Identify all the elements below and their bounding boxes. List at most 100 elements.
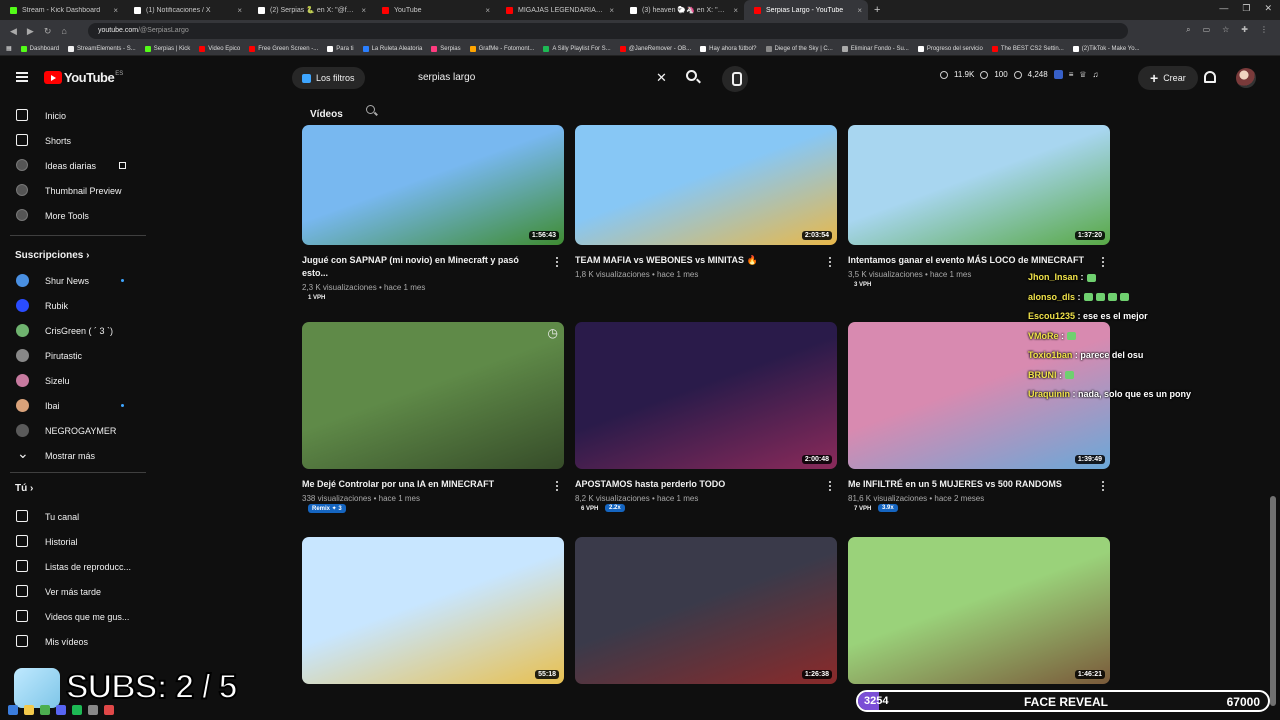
forward-icon[interactable]: ▶ <box>27 26 34 37</box>
create-button[interactable]: + Crear <box>1138 66 1198 90</box>
sidebar-item-tools[interactable]: More Tools <box>0 203 150 228</box>
video-title[interactable]: Jugué con SAPNAP (mi novio) en Minecraft… <box>302 254 542 280</box>
browser-tab[interactable]: YouTube × <box>372 0 496 20</box>
url-field[interactable]: youtube.com/@SerpiasLargo <box>88 23 1128 39</box>
reload-icon[interactable]: ↻ <box>44 26 52 37</box>
account-avatar[interactable] <box>1236 68 1256 88</box>
video-thumbnail[interactable]: 55:18 <box>302 537 564 684</box>
maximize-icon[interactable]: ❐ <box>1242 3 1250 14</box>
sidebar-subscription[interactable]: Ibai <box>0 393 150 418</box>
video-thumbnail[interactable]: 1:46:21 <box>848 537 1110 684</box>
zoom-icon[interactable]: ⌕ <box>1186 25 1190 35</box>
video-card[interactable]: 2:03:54 TEAM MAFIA vs WEBONES vs MINITAS … <box>575 125 837 315</box>
subscriptions-header[interactable]: Suscripciones › <box>15 250 89 261</box>
bookmark-item[interactable]: Hay ahora fútbol? <box>700 45 757 52</box>
sidebar-subscription[interactable]: NEGROGAYMER <box>0 418 150 443</box>
bookmark-star-icon[interactable]: ☆ <box>1222 25 1229 35</box>
new-tab-icon[interactable]: + <box>874 4 880 16</box>
clear-search-icon[interactable]: ✕ <box>656 70 667 86</box>
back-icon[interactable]: ◀ <box>10 26 17 37</box>
tab-close-icon[interactable]: × <box>361 6 366 15</box>
video-card[interactable]: 2:00:48 APOSTAMOS hasta perderlo TODO 8,2 … <box>575 322 837 539</box>
sidebar-item-playlist[interactable]: Listas de reproducc... <box>0 554 150 579</box>
sidebar-subscription[interactable]: Pirutastic <box>0 343 150 368</box>
browser-tab[interactable]: (3) heaven 🐑🦄 en X: "GRACI × <box>620 0 744 20</box>
sidebar-item-watch-later[interactable]: Ver más tarde <box>0 579 150 604</box>
tab-close-icon[interactable]: × <box>237 6 242 15</box>
sidebar-item-history[interactable]: Historial <box>0 529 150 554</box>
spotify-icon[interactable] <box>72 705 82 715</box>
close-window-icon[interactable]: ✕ <box>1264 3 1272 14</box>
sidebar-item-channel[interactable]: Tu canal <box>0 504 150 529</box>
minimize-icon[interactable]: — <box>1219 3 1228 14</box>
extension-icon[interactable] <box>1053 70 1063 79</box>
you-header[interactable]: Tú › <box>15 483 33 494</box>
more-options-icon[interactable] <box>556 481 559 492</box>
tab-close-icon[interactable]: × <box>733 6 738 15</box>
apps-icon[interactable]: ▦ <box>6 45 12 52</box>
more-options-icon[interactable] <box>1102 481 1105 492</box>
video-thumbnail[interactable]: 1:37:20 <box>848 125 1110 245</box>
bookmark-item[interactable]: Serpias | Kick <box>144 45 190 52</box>
video-title[interactable]: APOSTAMOS hasta perderlo TODO <box>575 478 815 491</box>
video-thumbnail[interactable]: ◷ <box>302 322 564 469</box>
sidebar-subscription[interactable]: CrisGreen ( ´ 3 `) <box>0 318 150 343</box>
more-options-icon[interactable] <box>829 257 832 268</box>
video-card[interactable]: 55:18 <box>302 537 564 720</box>
scrollbar-thumb[interactable] <box>1270 496 1276 706</box>
watch-later-icon[interactable]: ◷ <box>548 326 558 340</box>
bookmark-item[interactable]: Eliminar Fondo - Su... <box>841 45 909 52</box>
sidebar-item-myvideos[interactable]: Mis vídeos <box>0 629 150 654</box>
bookmark-item[interactable]: A Silly Playlist For S... <box>543 45 611 52</box>
notif-mini-icon[interactable]: ♫ <box>1093 70 1099 79</box>
more-options-icon[interactable] <box>1102 257 1105 268</box>
bookmark-item[interactable]: @JaneRemover - OB... <box>619 45 691 52</box>
app-icon[interactable] <box>104 705 114 715</box>
search-icon[interactable] <box>686 70 697 81</box>
notifications-bell-icon[interactable] <box>1204 71 1216 83</box>
cast-icon[interactable]: ▭ <box>1203 25 1211 35</box>
bookmark-item[interactable]: GrafMe - Fotomont... <box>469 45 534 52</box>
browser-tab[interactable]: Serpias Largo - YouTube × <box>744 0 868 20</box>
chrome-icon[interactable] <box>40 705 50 715</box>
tab-close-icon[interactable]: × <box>485 6 490 15</box>
sidebar-subscription[interactable]: Shur News <box>0 268 150 293</box>
tab-close-icon[interactable]: × <box>857 6 862 15</box>
bookmark-item[interactable]: La Ruleta Aleatoria <box>362 45 422 52</box>
video-card[interactable]: 1:37:20 Intentamos ganar el evento MÁS LO… <box>848 125 1110 315</box>
extensions-icon[interactable]: ✚ <box>1241 25 1248 35</box>
more-options-icon[interactable] <box>556 257 559 268</box>
video-thumbnail[interactable]: 2:00:48 <box>575 322 837 469</box>
video-card[interactable]: 1:56:43 Jugué con SAPNAP (mi novio) en Mi… <box>302 125 564 315</box>
scrollbar[interactable] <box>1270 100 1276 720</box>
bookmark-item[interactable]: Diege of the Sky | C... <box>765 45 833 52</box>
sidebar-item-home[interactable]: Inicio <box>0 103 150 128</box>
search-input[interactable]: serpias largo <box>406 67 678 89</box>
bookmark-item[interactable]: The BEST CS2 Settin... <box>991 45 1064 52</box>
video-card[interactable]: ◷ Me Dejé Controlar por una IA en MINECRA… <box>302 322 564 539</box>
bookmark-item[interactable]: Free Green Screen -... <box>249 45 318 52</box>
video-title[interactable]: Me INFILTRÉ en un 5 MUJERES vs 500 RANDO… <box>848 478 1088 491</box>
explorer-icon[interactable] <box>24 705 34 715</box>
browser-tab[interactable]: Stream - Kick Dashboard × <box>0 0 124 20</box>
video-card[interactable]: 1:26:38 <box>575 537 837 720</box>
bookmark-item[interactable]: Progreso del servicio <box>917 45 983 52</box>
menu-hamburger-icon[interactable] <box>16 72 28 82</box>
sort-icon[interactable]: ≡ <box>1069 70 1074 79</box>
browser-tab[interactable]: (1) Notificaciones / X × <box>124 0 248 20</box>
sidebar-item-ideas[interactable]: Ideas diarias <box>0 153 150 178</box>
bookmark-item[interactable]: Dashboard <box>20 45 59 52</box>
menu-icon[interactable]: ⋮ <box>1260 25 1268 35</box>
discord-icon[interactable] <box>56 705 66 715</box>
filters-button[interactable]: Los filtros <box>292 67 365 89</box>
sidebar-subscription[interactable]: Rubik <box>0 293 150 318</box>
video-title[interactable]: Me Dejé Controlar por una IA en MINECRAF… <box>302 478 542 491</box>
channel-search-icon[interactable] <box>366 105 375 114</box>
bookmark-item[interactable]: StreamElements - S... <box>68 45 136 52</box>
home-icon[interactable]: ⌂ <box>61 26 66 36</box>
tab-close-icon[interactable]: × <box>113 6 118 15</box>
browser-tab[interactable]: MIGAJAS LEGENDARIAS - Prim × <box>496 0 620 20</box>
sidebar-item-shorts[interactable]: Shorts <box>0 128 150 153</box>
bookmark-item[interactable]: Para ti <box>327 45 354 52</box>
bookmark-item[interactable]: (2)TikTok - Make Yo... <box>1072 45 1140 52</box>
